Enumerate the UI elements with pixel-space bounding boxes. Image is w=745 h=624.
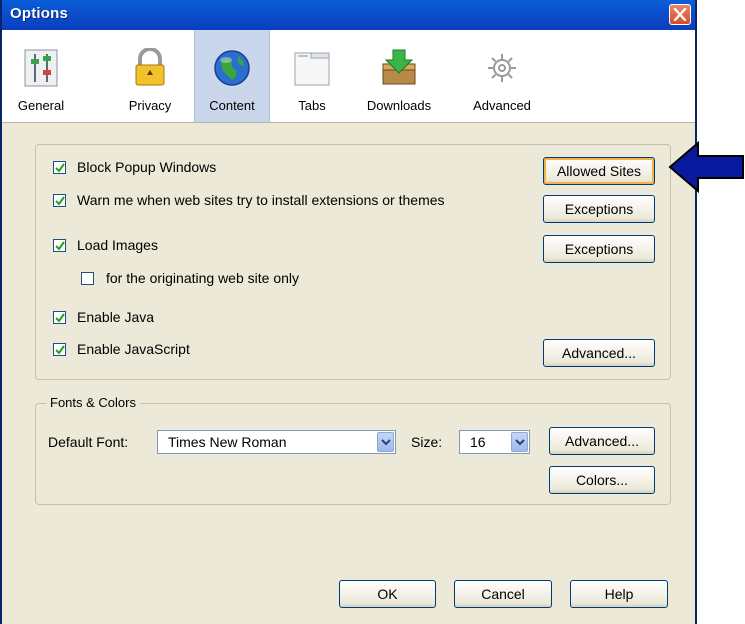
font-size-value: 16 xyxy=(470,434,486,450)
fonts-colors-title: Fonts & Colors xyxy=(46,395,140,410)
exceptions-images-button[interactable]: Exceptions xyxy=(543,235,655,263)
pointer-arrow-icon xyxy=(668,140,745,197)
tab-tabs-label: Tabs xyxy=(298,98,326,113)
chevron-down-icon[interactable] xyxy=(511,432,528,452)
exceptions-addons-button[interactable]: Exceptions xyxy=(543,195,655,223)
warn-addons-label: Warn me when web sites try to install ex… xyxy=(77,192,445,208)
sliders-icon xyxy=(21,48,61,88)
fonts-advanced-button[interactable]: Advanced... xyxy=(549,427,655,455)
tab-advanced-label: Advanced xyxy=(473,98,531,113)
window-title: Options xyxy=(10,5,69,22)
tab-content-label: Content xyxy=(209,98,255,113)
tab-downloads[interactable]: Downloads xyxy=(356,30,442,122)
font-size-select[interactable]: 16 xyxy=(459,430,530,454)
block-popups-label: Block Popup Windows xyxy=(77,159,217,175)
chevron-down-icon[interactable] xyxy=(377,432,394,452)
default-font-label: Default Font: xyxy=(48,434,129,450)
tab-privacy[interactable]: Privacy xyxy=(115,30,185,122)
tab-advanced[interactable]: Advanced xyxy=(462,30,542,122)
padlock-icon xyxy=(130,47,170,88)
default-font-select[interactable]: Times New Roman xyxy=(157,430,396,454)
help-button[interactable]: Help xyxy=(570,580,668,608)
default-font-value: Times New Roman xyxy=(168,434,287,450)
tab-content[interactable]: Content xyxy=(194,30,270,122)
options-dialog: Options General Privacy Content Tabs Dow… xyxy=(0,0,697,624)
content-group: Block Popup Windows Allowed Sites Warn m… xyxy=(35,144,671,380)
load-images-label: Load Images xyxy=(77,237,158,253)
load-images-checkbox[interactable] xyxy=(53,239,66,252)
originating-only-checkbox[interactable] xyxy=(81,272,94,285)
globe-icon xyxy=(212,48,252,88)
enable-java-checkbox[interactable] xyxy=(53,311,66,324)
close-button[interactable] xyxy=(669,4,691,25)
fonts-colors-group: Fonts & Colors Default Font: Times New R… xyxy=(35,395,671,505)
title-bar[interactable]: Options xyxy=(2,0,695,30)
tab-downloads-label: Downloads xyxy=(366,98,432,113)
tab-tabs[interactable]: Tabs xyxy=(282,30,342,122)
tabs-icon xyxy=(292,48,332,88)
warn-addons-checkbox[interactable] xyxy=(53,194,66,207)
tab-general-label: General xyxy=(17,98,65,113)
allowed-sites-button[interactable]: Allowed Sites xyxy=(543,157,655,185)
block-popups-checkbox[interactable] xyxy=(53,161,66,174)
cancel-button[interactable]: Cancel xyxy=(454,580,552,608)
size-label: Size: xyxy=(411,434,443,450)
javascript-advanced-button[interactable]: Advanced... xyxy=(543,339,655,367)
colors-button[interactable]: Colors... xyxy=(549,466,655,494)
tab-general[interactable]: General xyxy=(6,30,76,122)
ok-button[interactable]: OK xyxy=(339,580,436,608)
enable-js-checkbox[interactable] xyxy=(53,343,66,356)
originating-only-label: for the originating web site only xyxy=(106,270,299,286)
tab-privacy-label: Privacy xyxy=(128,98,172,113)
enable-js-label: Enable JavaScript xyxy=(77,341,190,357)
enable-java-label: Enable Java xyxy=(77,309,155,325)
gear-icon xyxy=(482,48,522,88)
download-icon xyxy=(379,48,419,88)
category-toolbar: General Privacy Content Tabs Downloads A… xyxy=(2,30,695,123)
